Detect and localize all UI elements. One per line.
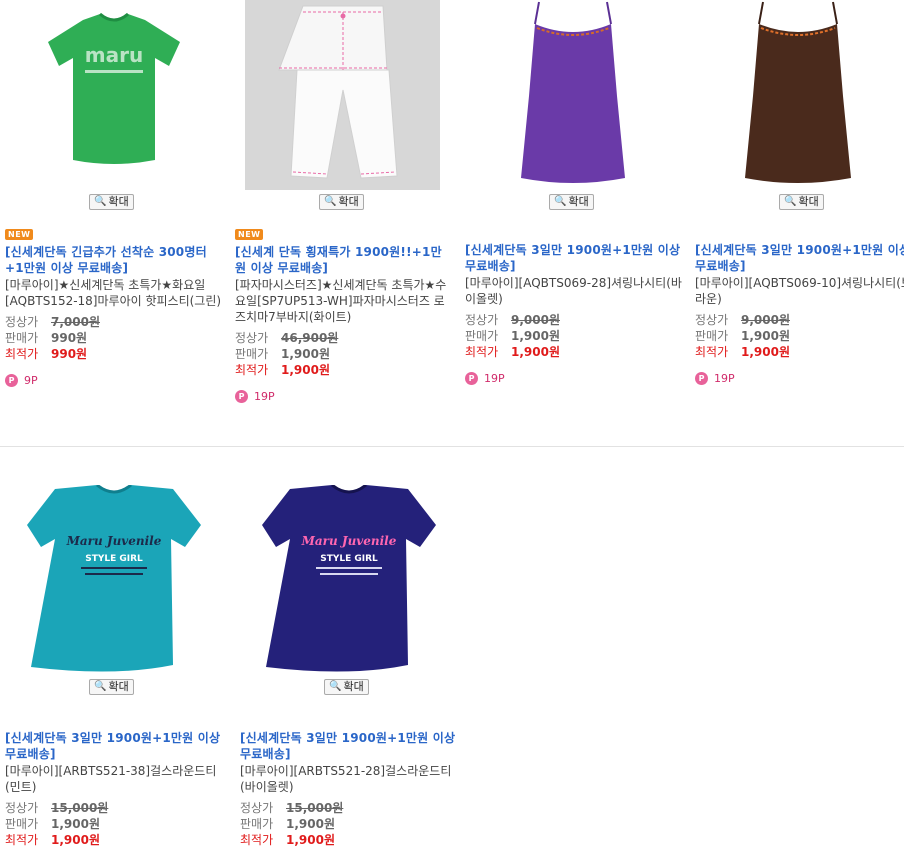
sale-price-label: 판매가 [465,329,499,343]
sale-price: 1,900원 [741,329,790,343]
regular-price-label: 정상가 [5,801,39,815]
product-image[interactable]: Maru Juvenile STYLE GIRL [5,485,223,677]
product-card: maru 🔍 확대 NEW [신세계단독 긴급추가 선착순 300명터+1만원 이… [5,0,223,387]
magnifier-icon: 🔍 [554,196,567,207]
tshirt-image: Maru Juvenile STYLE GIRL [262,485,436,672]
best-price: 1,900원 [286,833,335,847]
zoom-button[interactable]: 🔍 확대 [89,194,134,210]
magnifier-icon: 🔍 [329,681,342,692]
product-description: [마루아이][ARBTS521-28]걸스라운드티(바이올렛) [240,764,452,794]
best-price-label: 최적가 [235,363,269,377]
sale-price: 1,900원 [286,817,335,831]
product-title-link[interactable]: [신세계단독 긴급추가 선착순 300명터+1만원 이상 무료배송] [5,244,223,276]
product-title-link[interactable]: [신세계단독 3일만 1900원+1만원 이상 무료배송] [465,242,683,274]
product-description: [마루아이][ARBTS521-38]걸스라운드티(민트) [5,764,217,794]
magnifier-icon: 🔍 [94,196,107,207]
best-price-label: 최적가 [695,345,729,359]
pants-image [245,0,440,190]
sale-price-label: 판매가 [240,817,274,831]
zoom-button[interactable]: 🔍 확대 [549,194,594,210]
row-divider [0,446,904,447]
product-card: Maru Juvenile STYLE GIRL 🔍 확대 [신세계단독 3일만 … [240,485,458,847]
best-price: 1,900원 [281,363,330,377]
product-description: [마루아이][AQBTS069-28]셔링나시티(바이올렛) [465,276,682,306]
sale-price: 1,900원 [281,347,330,361]
product-image[interactable] [695,0,904,192]
product-card: 🔍 확대 [신세계단독 3일만 1900원+1만원 이상 무료배송] [마루아이]… [465,0,683,385]
best-price-label: 최적가 [5,347,39,361]
product-card: 🔍 확대 [신세계단독 3일만 1900원+1만원 이상 무료배송] [마루아이]… [695,0,904,385]
regular-price: 15,000원 [51,801,109,815]
product-description: [마루아이][AQBTS069-10]셔링나시티(브라운) [695,276,904,306]
sale-price: 990원 [51,331,88,345]
zoom-button[interactable]: 🔍 확대 [89,679,134,695]
tshirt-image: Maru Juvenile STYLE GIRL [27,485,201,672]
regular-price-label: 정상가 [465,313,499,327]
new-badge: NEW [235,229,264,240]
regular-price-label: 정상가 [695,313,729,327]
points-icon: P [5,374,18,387]
best-price-label: 최적가 [240,833,274,847]
points-icon: P [465,372,478,385]
camisole-image [521,1,625,183]
regular-price-label: 정상가 [240,801,274,815]
regular-price: 7,000원 [51,315,100,329]
product-title-link[interactable]: [신세계단독 3일만 1900원+1만원 이상 무료배송] [695,242,904,274]
magnifier-icon: 🔍 [94,681,107,692]
svg-text:Maru Juvenile: Maru Juvenile [301,534,397,548]
product-image[interactable] [465,0,683,192]
sale-price-label: 판매가 [5,331,39,345]
product-image[interactable] [235,0,453,192]
best-price: 1,900원 [51,833,100,847]
magnifier-icon: 🔍 [324,196,337,207]
svg-text:Maru Juvenile: Maru Juvenile [66,534,162,548]
regular-price: 15,000원 [286,801,344,815]
points-icon: P [235,390,248,403]
regular-price: 46,900원 [281,331,339,345]
product-title-link[interactable]: [신세계단독 3일만 1900원+1만원 이상 무료배송] [240,730,458,762]
product-image[interactable]: maru [5,0,223,192]
points-info: P 19P [235,390,453,403]
product-description: [마루아이]★신세계단독 초특가★화요일[AQBTS152-18]마루아이 핫피… [5,278,222,308]
sale-price-label: 판매가 [695,329,729,343]
product-card: 🔍 확대 NEW [신세계 단독 횡재특가 1900원!!+1만원 이상 무료배송… [235,0,453,403]
points-icon: P [695,372,708,385]
regular-price-label: 정상가 [5,315,39,329]
best-price: 990원 [51,347,88,361]
points-info: P 19P [695,372,904,385]
svg-text:STYLE GIRL: STYLE GIRL [320,554,378,564]
sale-price-label: 판매가 [235,347,269,361]
best-price-label: 최적가 [5,833,39,847]
product-title-link[interactable]: [신세계단독 3일만 1900원+1만원 이상 무료배송] [5,730,223,762]
new-badge: NEW [5,229,34,240]
zoom-button[interactable]: 🔍 확대 [779,194,824,210]
regular-price: 9,000원 [511,313,560,327]
sale-price: 1,900원 [511,329,560,343]
svg-text:maru: maru [85,43,143,67]
magnifier-icon: 🔍 [784,196,797,207]
best-price-label: 최적가 [465,345,499,359]
product-description: [파자마시스터즈]★신세계단독 초특가★수요일[SP7UP513-WH]파자마시… [235,278,447,324]
zoom-button[interactable]: 🔍 확대 [324,679,369,695]
product-title-link[interactable]: [신세계 단독 횡재특가 1900원!!+1만원 이상 무료배송] [235,244,453,276]
regular-price: 9,000원 [741,313,790,327]
svg-text:STYLE GIRL: STYLE GIRL [85,554,143,564]
camisole-image [745,1,851,183]
product-card: Maru Juvenile STYLE GIRL 🔍 확대 [신세계단독 3일만 … [5,485,223,847]
sale-price: 1,900원 [51,817,100,831]
sale-price-label: 판매가 [5,817,39,831]
best-price: 1,900원 [511,345,560,359]
product-image[interactable]: Maru Juvenile STYLE GIRL [240,485,458,677]
regular-price-label: 정상가 [235,331,269,345]
best-price: 1,900원 [741,345,790,359]
points-info: P 19P [465,372,683,385]
points-info: P 9P [5,374,223,387]
zoom-button[interactable]: 🔍 확대 [319,194,364,210]
tshirt-image: maru [48,12,180,164]
